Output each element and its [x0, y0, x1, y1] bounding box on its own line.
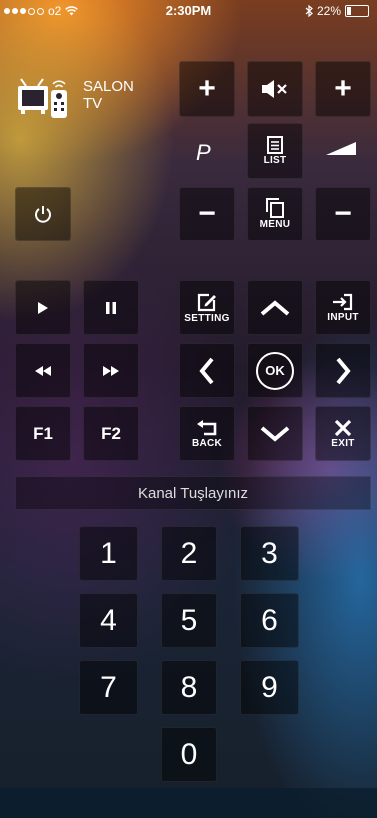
channel-down-button[interactable]: −: [315, 187, 371, 241]
input-label: INPUT: [327, 311, 359, 323]
keypad-8-button[interactable]: 8: [161, 660, 217, 715]
f2-label: F2: [101, 423, 121, 443]
setting-button[interactable]: SETTING: [179, 280, 235, 335]
keypad-9-button[interactable]: 9: [240, 660, 299, 715]
bluetooth-icon: [305, 5, 313, 17]
keypad-digit: 7: [100, 670, 117, 704]
back-button[interactable]: BACK: [179, 406, 235, 461]
keypad-1-button[interactable]: 1: [79, 526, 138, 581]
list-icon: [267, 136, 283, 154]
channel-up-label: +: [334, 72, 352, 105]
keypad-digit: 4: [100, 603, 117, 637]
keypad-7-button[interactable]: 7: [79, 660, 138, 715]
menu-label: MENU: [259, 219, 291, 230]
up-arrow-button[interactable]: [247, 280, 303, 335]
ok-label: OK: [265, 363, 285, 378]
mute-button[interactable]: [247, 61, 303, 117]
chevron-down-icon: [260, 425, 290, 442]
chevron-right-icon: [336, 357, 351, 384]
keypad-digit: 8: [180, 670, 198, 704]
fast-forward-icon: [103, 365, 119, 376]
device-name-line1: SALON: [83, 78, 134, 95]
setting-label: SETTING: [184, 312, 230, 324]
tv-remote-icon: [16, 76, 72, 125]
exit-label: EXIT: [331, 437, 355, 449]
channel-up-button[interactable]: +: [315, 61, 371, 117]
mute-icon: [262, 80, 287, 98]
volume-up-button[interactable]: +: [179, 61, 235, 117]
channel-input-display: Kanal Tuşlayınız: [15, 476, 371, 510]
input-icon: [333, 293, 353, 310]
device-name-line2: TV: [83, 95, 103, 112]
ok-button[interactable]: OK: [247, 343, 303, 398]
right-arrow-button[interactable]: [315, 343, 371, 398]
rewind-button[interactable]: [15, 343, 71, 398]
f2-button[interactable]: F2: [83, 406, 139, 461]
channel-prompt: Kanal Tuşlayınız: [137, 484, 249, 502]
menu-icon: [266, 198, 284, 218]
play-button[interactable]: [15, 280, 71, 335]
play-icon: [38, 301, 48, 314]
rewind-icon: [35, 365, 51, 376]
setting-icon: [197, 293, 216, 311]
battery-icon: [345, 5, 369, 17]
program-label: P: [196, 140, 211, 165]
power-button[interactable]: [15, 187, 71, 241]
keypad-digit: 1: [100, 536, 117, 570]
volume-down-button[interactable]: −: [179, 187, 235, 241]
volume-up-label: +: [198, 72, 216, 105]
keypad-3-button[interactable]: 3: [240, 526, 299, 581]
keypad-digit: 5: [180, 603, 198, 637]
keypad-4-button[interactable]: 4: [79, 593, 138, 648]
keypad-2-button[interactable]: 2: [161, 526, 217, 581]
volume-down-label: −: [198, 197, 216, 230]
keypad-6-button[interactable]: 6: [240, 593, 299, 648]
bottom-bar: [0, 788, 377, 818]
menu-button[interactable]: MENU: [247, 187, 303, 241]
left-arrow-button[interactable]: [179, 343, 235, 398]
keypad-5-button[interactable]: 5: [161, 593, 217, 648]
chevron-up-icon: [260, 299, 290, 316]
ok-circle: OK: [256, 351, 294, 390]
list-label: LIST: [263, 155, 287, 166]
device-name: SALON TV: [83, 78, 134, 112]
status-bar: o2 2:30PM 22%: [0, 0, 377, 22]
channel-down-label: −: [334, 197, 352, 230]
pause-icon: [106, 301, 116, 314]
back-label: BACK: [191, 437, 223, 449]
f1-label: F1: [33, 423, 53, 443]
input-button[interactable]: INPUT: [315, 280, 371, 335]
chevron-left-icon: [199, 357, 214, 384]
battery-area: 22%: [305, 4, 369, 18]
close-icon: [334, 419, 352, 436]
keypad-digit: 2: [180, 536, 198, 570]
exit-button[interactable]: EXIT: [315, 406, 371, 461]
keypad-digit: 6: [261, 603, 278, 637]
back-icon: [197, 419, 217, 435]
volume-icon: [326, 140, 356, 161]
list-button[interactable]: LIST: [247, 123, 303, 179]
keypad-digit: 9: [261, 670, 278, 704]
keypad-0-button[interactable]: 0: [161, 727, 217, 782]
fast-forward-button[interactable]: [83, 343, 139, 398]
battery-percent: 22%: [316, 4, 341, 18]
pause-button[interactable]: [83, 280, 139, 335]
keypad-digit: 0: [180, 737, 198, 771]
power-icon: [35, 206, 51, 223]
keypad-digit: 3: [261, 536, 278, 570]
down-arrow-button[interactable]: [247, 406, 303, 461]
f1-button[interactable]: F1: [15, 406, 71, 461]
